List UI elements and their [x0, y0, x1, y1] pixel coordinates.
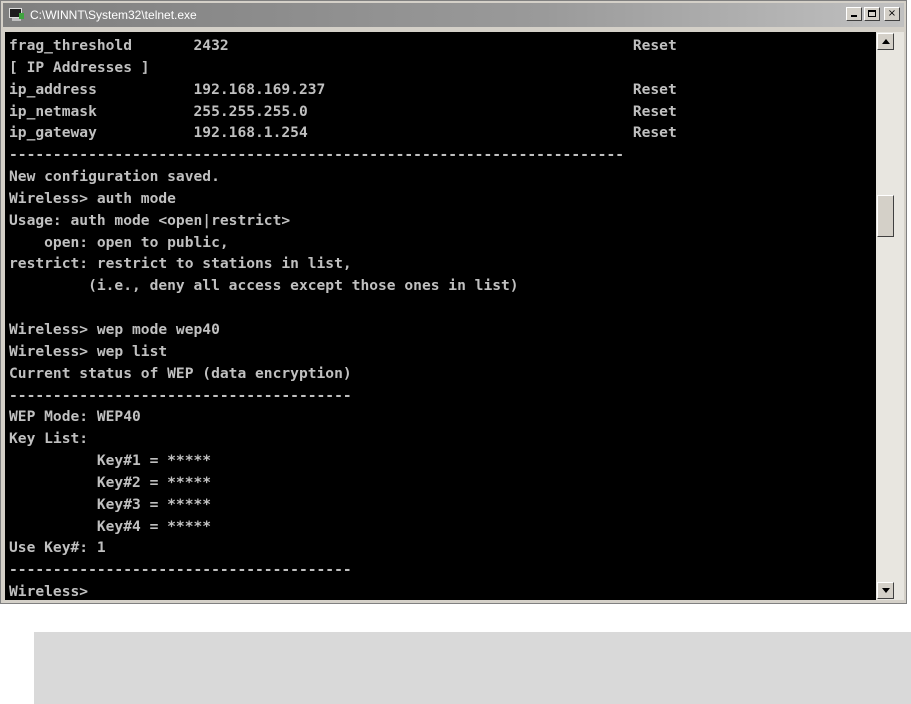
console-line: ip_gateway 192.168.1.254 Reset: [9, 124, 677, 142]
minimize-icon: [851, 15, 857, 17]
scrollbar-thumb[interactable]: [877, 195, 894, 237]
console-line: Wireless> wep mode wep40: [9, 320, 220, 338]
console-line: open: open to public,: [9, 233, 229, 251]
console-line: Key#3 = *****: [9, 495, 212, 513]
arrow-up-icon: [882, 39, 890, 44]
console-line: [ IP Addresses ]: [9, 58, 150, 76]
console-line: Usage: auth mode <open|restrict>: [9, 211, 291, 229]
minimize-button[interactable]: [846, 7, 862, 21]
console-line: Wireless> auth mode: [9, 189, 176, 207]
console-output[interactable]: frag_threshold 2432 Reset [ IP Addresses …: [5, 32, 876, 600]
vertical-scrollbar[interactable]: [876, 32, 904, 600]
telnet-app-icon[interactable]: [9, 8, 25, 22]
console-line: ----------------------------------------…: [9, 146, 625, 164]
console-line: frag_threshold 2432 Reset: [9, 37, 677, 54]
console-line: ---------------------------------------: [9, 561, 352, 579]
close-button[interactable]: ×: [884, 7, 900, 21]
maximize-icon: [868, 10, 876, 17]
console-line: ip_netmask 255.255.255.0 Reset: [9, 102, 677, 120]
console-line: Wireless>: [9, 583, 89, 600]
scroll-down-button[interactable]: [877, 582, 894, 599]
console-line: Key List:: [9, 430, 89, 448]
window-controls: ×: [844, 7, 900, 21]
console-line: (i.e., deny all access except those ones…: [9, 277, 519, 295]
scroll-up-button[interactable]: [877, 33, 894, 50]
console-line: ip_address 192.168.169.237 Reset: [9, 80, 677, 98]
window-title: C:\WINNT\System32\telnet.exe: [30, 8, 197, 22]
console-line: ---------------------------------------: [9, 386, 352, 404]
console-line: Current status of WEP (data encryption): [9, 364, 352, 382]
console-line: Wireless> wep list: [9, 342, 168, 360]
console-line: Key#2 = *****: [9, 473, 212, 491]
console-lines: frag_threshold 2432 Reset [ IP Addresses …: [9, 35, 677, 600]
caption-box: [34, 632, 911, 704]
console-line: restrict: restrict to stations in list,: [9, 255, 352, 273]
telnet-window: C:\WINNT\System32\telnet.exe × frag_thre…: [0, 0, 907, 604]
close-icon: ×: [887, 8, 897, 19]
console-line: Key#1 = *****: [9, 452, 212, 470]
console-line: Use Key#: 1: [9, 539, 106, 557]
title-bar[interactable]: C:\WINNT\System32\telnet.exe ×: [3, 3, 904, 27]
maximize-button[interactable]: [864, 7, 880, 21]
arrow-down-icon: [882, 588, 890, 593]
console-line: New configuration saved.: [9, 168, 220, 186]
console-line: WEP Mode: WEP40: [9, 408, 141, 426]
console-line: Key#4 = *****: [9, 517, 212, 535]
